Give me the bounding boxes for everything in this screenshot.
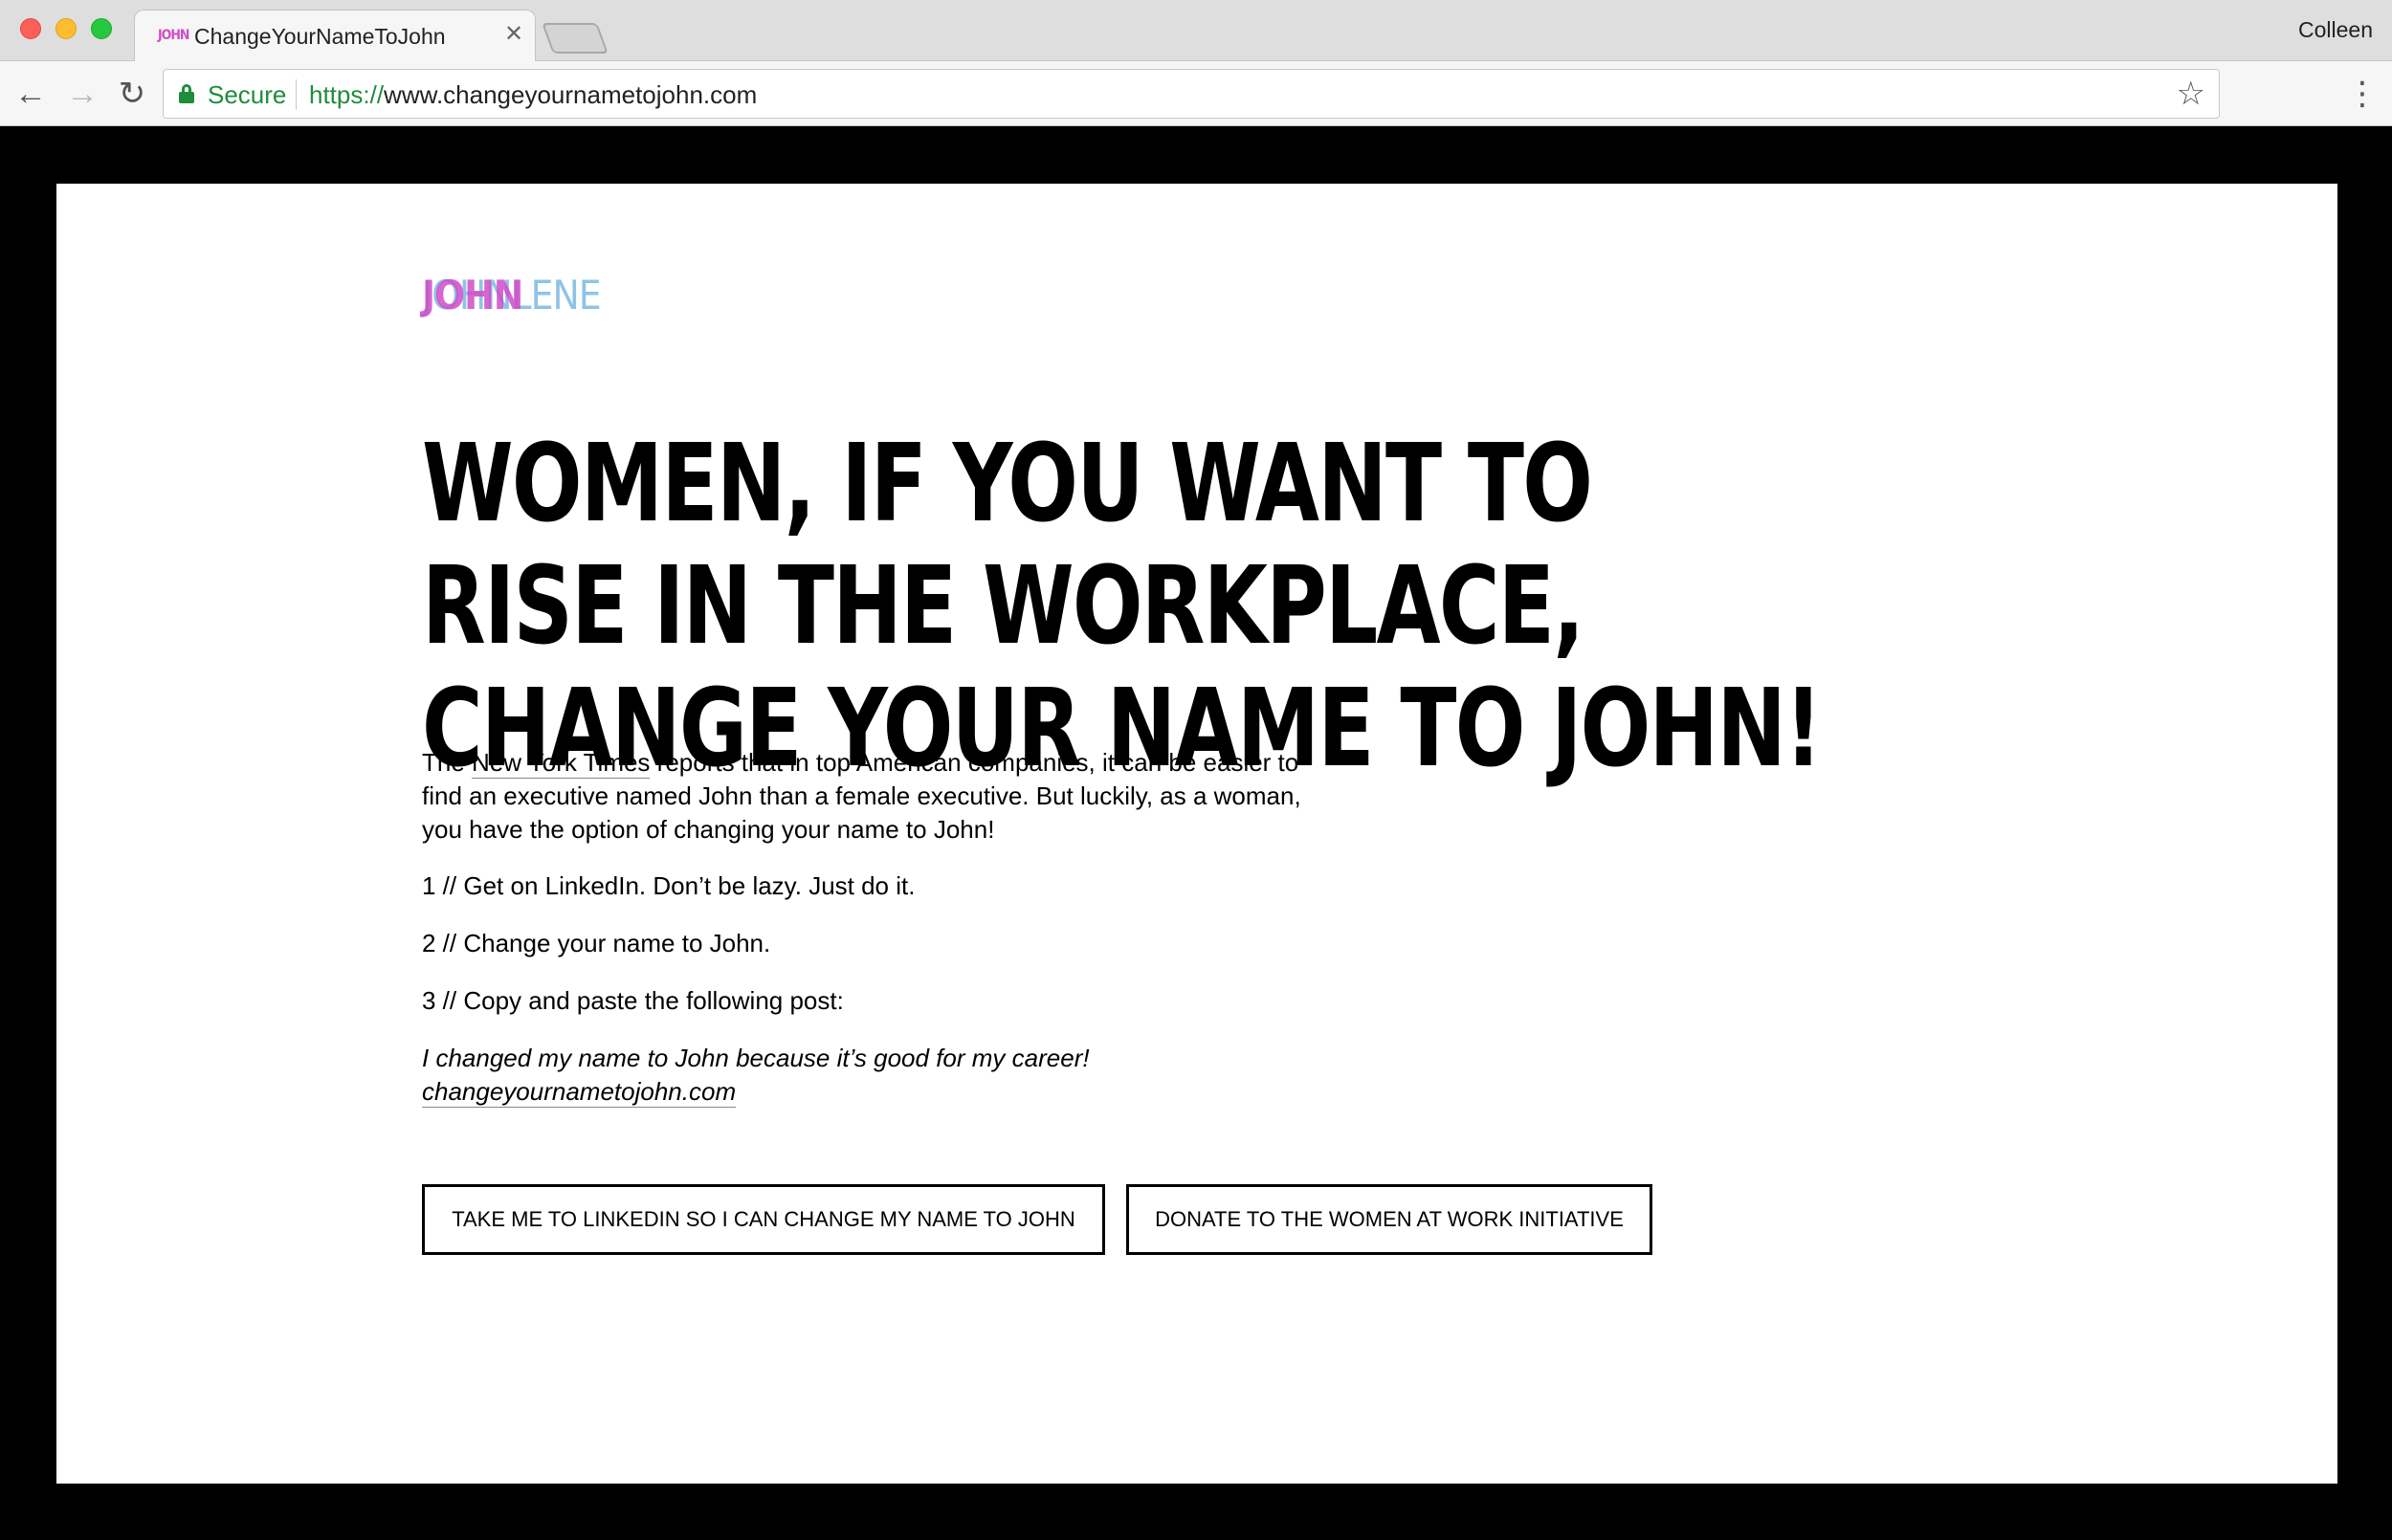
browser-titlebar: JOHN ChangeYourNameToJohn ✕ Colleen: [0, 0, 2392, 62]
new-tab-button[interactable]: [542, 23, 609, 54]
nyt-link[interactable]: New York Times: [472, 748, 651, 779]
forward-arrow-icon[interactable]: →: [63, 75, 101, 113]
reload-icon[interactable]: ↻: [113, 75, 151, 113]
step-3: 3 // Copy and paste the following post:: [422, 986, 844, 1015]
back-arrow-icon[interactable]: ←: [11, 75, 50, 113]
browser-toolbar: ← → ↻ Secure https://www.changeyournamet…: [0, 61, 2392, 126]
favicon-icon: JOHN: [158, 28, 189, 43]
url-host: www.changeyournametojohn.com: [384, 80, 758, 109]
post-text: I changed my name to John because it’s g…: [422, 1044, 1090, 1072]
url-scheme: https://: [309, 80, 385, 109]
bookmark-star-icon[interactable]: ☆: [2177, 76, 2205, 112]
site-logo[interactable]: JOHNLENE JOHN: [422, 272, 613, 325]
page-headline: WOMEN, IF YOU WANT TO RISE IN THE WORKPL…: [422, 422, 1823, 791]
intro-paragraph: The New York Times reports that in top A…: [422, 746, 1340, 847]
minimize-window-button[interactable]: [55, 18, 77, 39]
lock-icon[interactable]: [179, 84, 194, 103]
step-1: 1 // Get on LinkedIn. Don’t be lazy. Jus…: [422, 871, 916, 900]
intro-prefix: The: [422, 748, 473, 777]
post-link[interactable]: changeyournametojohn.com: [422, 1077, 737, 1108]
profile-name[interactable]: Colleen: [2298, 17, 2373, 43]
article-body: The New York Times reports that in top A…: [422, 746, 1340, 1133]
close-window-button[interactable]: [20, 18, 41, 39]
url-divider: [296, 79, 297, 110]
tab-close-icon[interactable]: ✕: [504, 21, 523, 47]
address-bar[interactable]: Secure https://www.changeyournametojohn.…: [163, 69, 2220, 119]
step-2: 2 // Change your name to John.: [422, 929, 771, 957]
page-frame: JOHNLENE JOHN WOMEN, IF YOU WANT TO RISE…: [0, 126, 2392, 1540]
url-text[interactable]: https://www.changeyournametojohn.com: [309, 80, 757, 110]
donate-button[interactable]: DONATE TO THE WOMEN AT WORK INITIATIVE: [1126, 1184, 1652, 1255]
page-content: JOHNLENE JOHN WOMEN, IF YOU WANT TO RISE…: [56, 184, 2337, 1484]
browser-menu-icon[interactable]: ⋮: [2346, 75, 2379, 113]
post-text-block: I changed my name to John because it’s g…: [422, 1042, 1340, 1109]
tab-title: ChangeYourNameToJohn: [194, 24, 446, 49]
logo-overlay-text: JOHN: [422, 272, 523, 319]
maximize-window-button[interactable]: [91, 18, 112, 39]
browser-tab[interactable]: JOHN ChangeYourNameToJohn ✕: [134, 10, 536, 62]
secure-label[interactable]: Secure: [208, 80, 286, 110]
linkedin-button[interactable]: TAKE ME TO LINKEDIN SO I CAN CHANGE MY N…: [422, 1184, 1105, 1255]
